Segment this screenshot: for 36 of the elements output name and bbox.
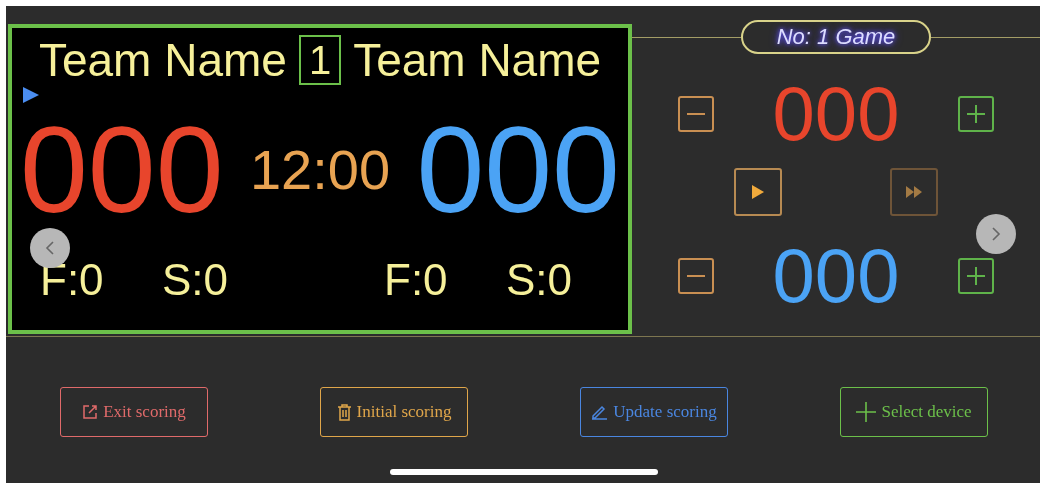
away-score: 000 (416, 109, 620, 231)
chevron-right-icon (990, 227, 1002, 241)
pencil-icon (591, 404, 609, 420)
away-score: 000 (772, 238, 900, 314)
trash-icon (336, 403, 352, 421)
away-stat: F:0 (384, 258, 449, 302)
play-icon (751, 184, 765, 200)
next-button[interactable] (976, 214, 1016, 254)
plus-icon (856, 402, 877, 422)
plus-icon (966, 266, 986, 286)
home-score: 000 (20, 109, 224, 231)
period-number: 1 (298, 35, 342, 85)
plus-button[interactable] (958, 96, 994, 132)
game-number-label: No: 1 Game (740, 20, 932, 54)
triangle-marker-icon (22, 86, 40, 104)
plus-button[interactable] (958, 258, 994, 294)
add-button[interactable]: Select device (840, 387, 988, 437)
home-team-name: Team Name (38, 37, 287, 83)
home-stat: S:0 (162, 258, 230, 302)
away-team-name: Team Name (353, 37, 602, 83)
home-score: 000 (772, 76, 900, 152)
exit-button[interactable]: Exit scoring (60, 387, 208, 437)
edit-button[interactable]: Update scoring (580, 387, 728, 437)
game-clock: 12:00 (249, 142, 391, 198)
trash-button[interactable]: Initial scoring (320, 387, 468, 437)
play-button[interactable] (734, 168, 782, 216)
chevron-left-icon (44, 241, 56, 255)
fast-forward-icon (906, 186, 922, 198)
minus-button[interactable] (678, 258, 714, 294)
minus-icon (686, 113, 706, 115)
plus-icon (966, 104, 986, 124)
minus-button[interactable] (678, 96, 714, 132)
external-link-icon (82, 404, 99, 420)
minus-icon (686, 275, 706, 277)
fast-forward-button[interactable] (890, 168, 938, 216)
away-stat: S:0 (506, 258, 574, 302)
